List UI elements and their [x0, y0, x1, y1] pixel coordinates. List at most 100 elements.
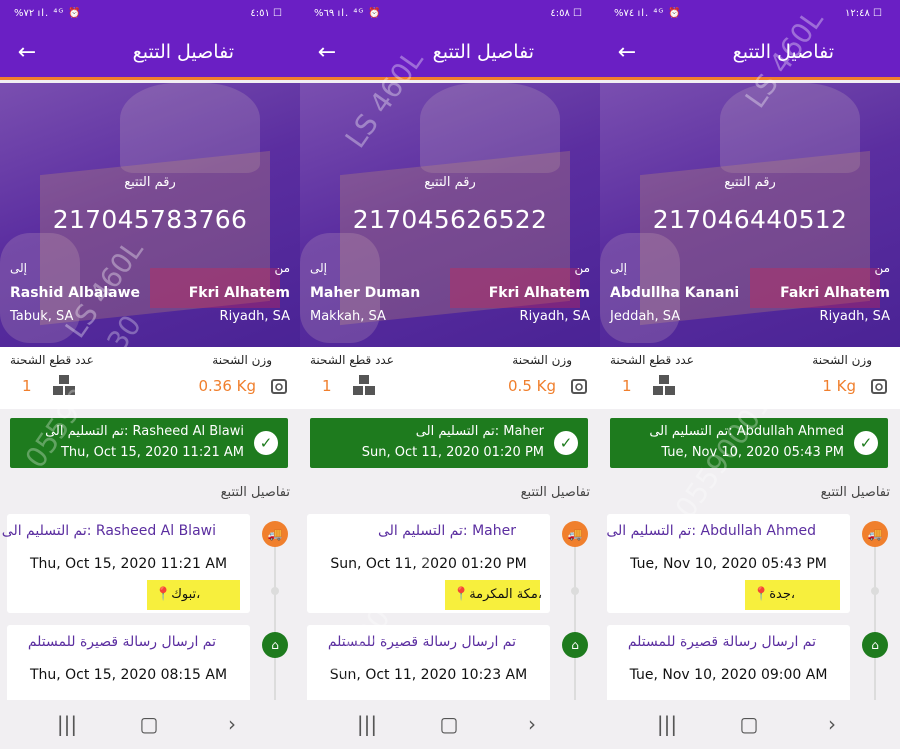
status-indicators: %٧٢ ‎ıl. ⁴ᴳ ⏰ [14, 8, 82, 19]
back-arrow-icon[interactable]: ← [314, 40, 340, 66]
status-indicators: %٧٤ ‎ıl. ⁴ᴳ ⏰ [614, 8, 682, 19]
screen-2: %٦٩ ‎ıl. ⁴ᴳ ⏰ ٤:٥٨ ☐ ← تفاصيل التتبع رقم… [300, 0, 600, 749]
timeline-line [874, 528, 876, 708]
status-bar: %٦٩ ‎ıl. ⁴ᴳ ⏰ ٤:٥٨ ☐ [300, 0, 600, 28]
shipment-hero: رقم التتبع 217045783766 من إلى Fkri Alha… [0, 83, 300, 347]
check-icon: ✓ [254, 431, 278, 455]
sender-name: Fkri Alhatem [488, 285, 590, 301]
app-bar: ← تفاصيل التتبع [0, 28, 300, 80]
store-icon: ⌂ [262, 632, 288, 658]
page-title: تفاصيل التتبع [132, 41, 234, 63]
event-title: تم ارسال رسالة قصيرة للمستلم [627, 634, 816, 650]
recent-apps-icon[interactable]: ||| [355, 712, 379, 736]
sender-name: Fkri Alhatem [188, 285, 290, 301]
event-title: تم التسليم الى: Maher [377, 523, 516, 539]
timeline-event[interactable]: تم التسليم الى: Rasheed Al Blawi Thu, Oc… [2, 514, 250, 613]
delivered-status-card[interactable]: تم التسليم الى: Maher Sun, Oct 11, 2020 … [310, 418, 588, 468]
back-icon[interactable]: › [820, 712, 844, 736]
tracking-details-heading: تفاصيل التتبع [220, 485, 290, 500]
check-icon: ✓ [554, 431, 578, 455]
event-datetime: Tue, Nov 10, 2020 09:00 AM [629, 667, 828, 683]
event-title: تم التسليم الى: Rasheed Al Blawi [1, 523, 216, 539]
store-icon: ⌂ [562, 632, 588, 658]
event-location: 📍تبوك، [147, 580, 240, 610]
delivered-status-card[interactable]: تم التسليم الى: Rasheed Al Blawi Thu, Oc… [10, 418, 288, 468]
back-arrow-icon[interactable]: ← [14, 40, 40, 66]
tracking-number-label: رقم التتبع [424, 175, 476, 190]
event-location: 📍مكة المكرمة، [445, 580, 543, 610]
recent-apps-icon[interactable]: ||| [655, 712, 679, 736]
timeline-event[interactable]: تم ارسال رسالة قصيرة للمستلم Sun, Oct 11… [307, 625, 550, 705]
receiver-name: Rashid Albalawe [10, 285, 140, 301]
event-datetime: Sun, Oct 11, 2020 01:20 PM [330, 556, 527, 572]
weight-value: 0.36 Kg [198, 377, 256, 395]
from-label: من [574, 261, 590, 275]
location-pin-icon: 📍 [753, 587, 770, 602]
tracking-details-heading: تفاصيل التتبع [820, 485, 890, 500]
receiver-city: Tabuk, SA [10, 309, 74, 324]
receiver-name: Abdullha Kanani [610, 285, 740, 301]
screen-3: %٧٤ ‎ıl. ⁴ᴳ ⏰ ١٢:٤٨ ☐ ← تفاصيل التتبع رق… [600, 0, 900, 749]
to-label: إلى [10, 261, 27, 275]
timeline-event[interactable]: تم ارسال رسالة قصيرة للمستلم Tue, Nov 10… [607, 625, 850, 705]
pieces-value: 1 [622, 377, 632, 395]
event-location-text: جدة، [769, 587, 796, 602]
timeline-event[interactable]: تم ارسال رسالة قصيرة للمستلم Thu, Oct 15… [7, 625, 250, 705]
pieces-label: عدد قطع الشحنة [10, 353, 94, 367]
timeline-event[interactable]: تم التسليم الى: Maher Sun, Oct 11, 2020 … [307, 514, 550, 613]
tracking-details-heading: تفاصيل التتبع [520, 485, 590, 500]
back-icon[interactable]: › [220, 712, 244, 736]
delivery-truck-icon: 🚚 [262, 521, 288, 547]
to-label: إلى [610, 261, 627, 275]
location-pin-icon: 📍 [155, 587, 172, 602]
event-datetime: Thu, Oct 15, 2020 11:21 AM [29, 556, 228, 572]
delivery-truck-icon: 🚚 [862, 521, 888, 547]
status-datetime: Sun, Oct 11, 2020 01:20 PM [361, 445, 544, 460]
sender-city: Riyadh, SA [519, 309, 590, 324]
weight-value: 0.5 Kg [508, 377, 556, 395]
system-nav-bar: ||| ▢ › [0, 700, 300, 749]
status-clock: ٤:٥١ ☐ [250, 8, 282, 19]
app-bar: ← تفاصيل التتبع [600, 28, 900, 80]
timeline-event[interactable]: تم التسليم الى: Abdullah Ahmed Tue, Nov … [606, 514, 850, 613]
timeline-node [271, 587, 279, 595]
system-nav-bar: ||| ▢ › [300, 700, 600, 749]
receiver-city: Jeddah, SA [610, 309, 681, 324]
back-arrow-icon[interactable]: ← [614, 40, 640, 66]
sender-name: Fakri Alhatem [780, 285, 890, 301]
weight-scale-icon [571, 379, 587, 394]
pieces-value: 1 [22, 377, 32, 395]
event-title: تم التسليم الى: Abdullah Ahmed [606, 523, 816, 539]
status-recipient: تم التسليم الى: Rasheed Al Blawi [45, 424, 244, 439]
weight-label: وزن الشحنة [512, 353, 572, 367]
back-icon[interactable]: › [520, 712, 544, 736]
pieces-value: 1 [322, 377, 332, 395]
event-location-text: مكة المكرمة، [469, 587, 543, 602]
pieces-label: عدد قطع الشحنة [610, 353, 694, 367]
event-title: تم ارسال رسالة قصيرة للمستلم [327, 634, 516, 650]
screen-1: %٧٢ ‎ıl. ⁴ᴳ ⏰ ٤:٥١ ☐ ← تفاصيل التتبع رقم… [0, 0, 300, 749]
timeline-line [274, 528, 276, 708]
delivery-truck-icon: 🚚 [562, 521, 588, 547]
page-title: تفاصيل التتبع [432, 41, 534, 63]
timeline-node [871, 587, 879, 595]
delivered-status-card[interactable]: تم التسليم الى: Abdullah Ahmed Tue, Nov … [610, 418, 888, 468]
home-icon[interactable]: ▢ [737, 712, 761, 736]
recent-apps-icon[interactable]: ||| [55, 712, 79, 736]
status-datetime: Thu, Oct 15, 2020 11:21 AM [60, 445, 244, 460]
location-pin-icon: 📍 [453, 587, 470, 602]
receiver-city: Makkah, SA [310, 309, 386, 324]
event-datetime: Sun, Oct 11, 2020 10:23 AM [329, 667, 528, 683]
status-bar: %٧٢ ‎ıl. ⁴ᴳ ⏰ ٤:٥١ ☐ [0, 0, 300, 28]
event-datetime: Thu, Oct 15, 2020 08:15 AM [29, 667, 228, 683]
status-bar: %٧٤ ‎ıl. ⁴ᴳ ⏰ ١٢:٤٨ ☐ [600, 0, 900, 28]
weight-label: وزن الشحنة [812, 353, 872, 367]
tracking-number: 217046440512 [652, 205, 848, 234]
weight-scale-icon [871, 379, 887, 394]
status-datetime: Tue, Nov 10, 2020 05:43 PM [661, 445, 844, 460]
from-label: من [274, 261, 290, 275]
home-icon[interactable]: ▢ [137, 712, 161, 736]
pieces-label: عدد قطع الشحنة [310, 353, 394, 367]
app-bar: ← تفاصيل التتبع [300, 28, 600, 80]
home-icon[interactable]: ▢ [437, 712, 461, 736]
